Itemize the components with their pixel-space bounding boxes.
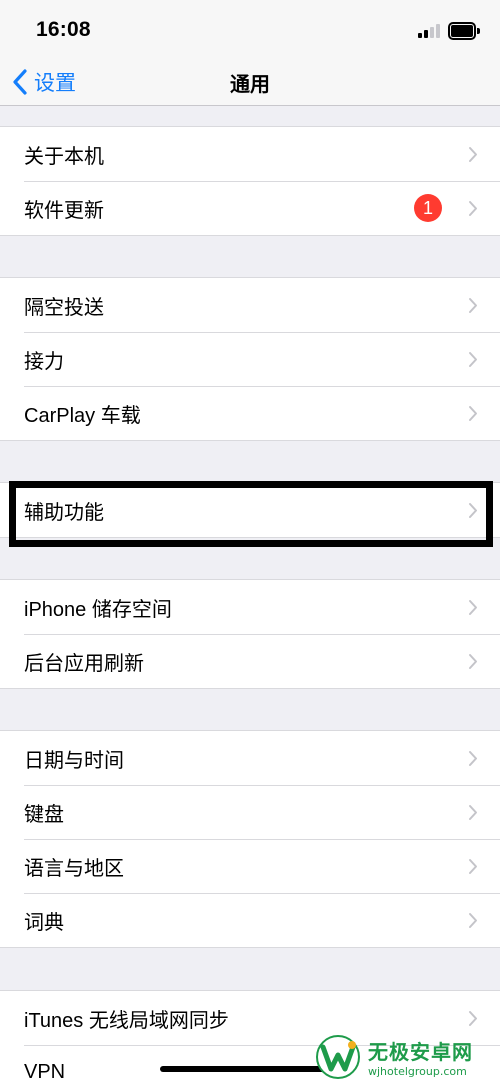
row-label: 后台应用刷新 — [24, 652, 144, 675]
row-carplay[interactable]: CarPlay 车载 — [0, 386, 500, 440]
chevron-right-icon — [469, 913, 477, 928]
row-label: 日期与时间 — [24, 749, 124, 772]
row-label: CarPlay 车载 — [24, 404, 141, 427]
row-airdrop[interactable]: 隔空投送 — [0, 278, 500, 332]
update-count-badge: 1 — [414, 194, 442, 222]
chevron-right-icon — [469, 503, 477, 518]
row-label: 词典 — [24, 911, 64, 934]
row-date-time[interactable]: 日期与时间 — [0, 731, 500, 785]
row-dictionary[interactable]: 词典 — [0, 893, 500, 947]
row-label: 语言与地区 — [24, 857, 124, 880]
settings-group-about: 关于本机 软件更新 1 — [0, 126, 500, 236]
chevron-right-icon — [469, 201, 477, 216]
row-label: 接力 — [24, 350, 64, 373]
home-indicator[interactable] — [160, 1066, 340, 1072]
row-software-update[interactable]: 软件更新 1 — [0, 181, 500, 235]
row-label: 隔空投送 — [24, 296, 104, 319]
navigation-bar: 设置 通用 — [0, 58, 500, 106]
row-label: 辅助功能 — [24, 501, 104, 524]
row-accessibility[interactable]: 辅助功能 — [0, 483, 500, 537]
status-time: 16:08 — [36, 18, 91, 41]
row-label: 关于本机 — [24, 145, 104, 168]
settings-group-regional: 日期与时间 键盘 语言与地区 词典 — [0, 730, 500, 948]
chevron-right-icon — [469, 859, 477, 874]
row-iphone-storage[interactable]: iPhone 储存空间 — [0, 580, 500, 634]
row-background-app-refresh[interactable]: 后台应用刷新 — [0, 634, 500, 688]
chevron-right-icon — [469, 298, 477, 313]
chevron-right-icon — [469, 654, 477, 669]
chevron-right-icon — [469, 805, 477, 820]
settings-group-connectivity: 隔空投送 接力 CarPlay 车载 — [0, 277, 500, 441]
row-about[interactable]: 关于本机 — [0, 127, 500, 181]
chevron-right-icon — [469, 406, 477, 421]
row-handoff[interactable]: 接力 — [0, 332, 500, 386]
row-language-region[interactable]: 语言与地区 — [0, 839, 500, 893]
settings-group-accessibility: 辅助功能 — [0, 482, 500, 538]
row-label: iPhone 储存空间 — [24, 598, 172, 621]
status-bar: 16:08 — [0, 0, 500, 58]
battery-icon — [448, 22, 480, 40]
watermark-url: wjhotelgroup.com — [368, 1064, 467, 1078]
watermark-title: 无极安卓网 — [368, 1041, 473, 1064]
cellular-signal-icon — [418, 24, 442, 38]
row-label: iTunes 无线局域网同步 — [24, 1009, 229, 1032]
chevron-right-icon — [469, 751, 477, 766]
watermark-logo-icon — [316, 1034, 360, 1079]
chevron-right-icon — [469, 600, 477, 615]
chevron-right-icon — [469, 352, 477, 367]
row-label: 键盘 — [24, 803, 64, 826]
chevron-right-icon — [469, 147, 477, 162]
settings-group-storage: iPhone 储存空间 后台应用刷新 — [0, 579, 500, 689]
watermark: 无极安卓网 wjhotelgroup.com — [314, 1030, 500, 1083]
page-title: 通用 — [230, 74, 270, 96]
chevron-right-icon — [469, 1011, 477, 1026]
row-keyboard[interactable]: 键盘 — [0, 785, 500, 839]
